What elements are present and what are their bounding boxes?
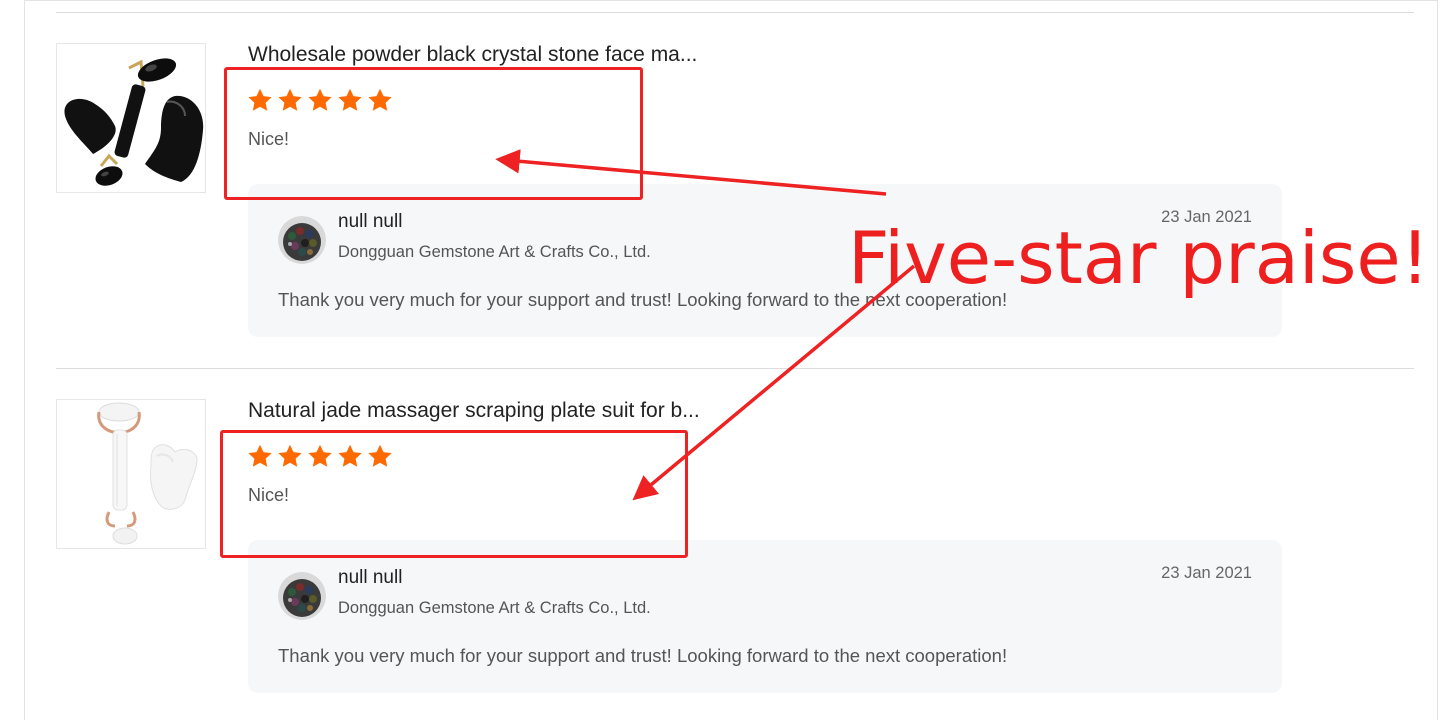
annotation-highlight-box — [224, 67, 643, 200]
product-thumbnail-black-obsidian-roller[interactable] — [56, 43, 206, 193]
product-title[interactable]: Natural jade massager scraping plate sui… — [248, 399, 700, 423]
review-page: Wholesale powder black crystal stone fac… — [0, 0, 1448, 720]
black-roller-image — [64, 58, 204, 186]
supplier-reply: null null Dongguan Gemstone Art & Crafts… — [248, 540, 1282, 693]
product-thumbnail-jade-roller[interactable] — [56, 399, 206, 549]
divider — [56, 368, 1414, 369]
reply-author-name: null null — [338, 211, 403, 232]
reply-company: Dongguan Gemstone Art & Crafts Co., Ltd. — [338, 599, 651, 617]
avatar — [278, 572, 326, 620]
reply-author-name: null null — [338, 567, 403, 588]
jade-roller-image — [97, 402, 198, 545]
product-title[interactable]: Wholesale powder black crystal stone fac… — [248, 43, 697, 67]
reply-company: Dongguan Gemstone Art & Crafts Co., Ltd. — [338, 243, 651, 261]
avatar — [278, 216, 326, 264]
annotation-label: Five-star praise! — [848, 216, 1430, 300]
reply-date: 23 Jan 2021 — [1161, 564, 1252, 582]
annotation-highlight-box — [220, 430, 688, 558]
divider — [56, 12, 1414, 13]
reply-text: Thank you very much for your support and… — [278, 645, 1008, 666]
